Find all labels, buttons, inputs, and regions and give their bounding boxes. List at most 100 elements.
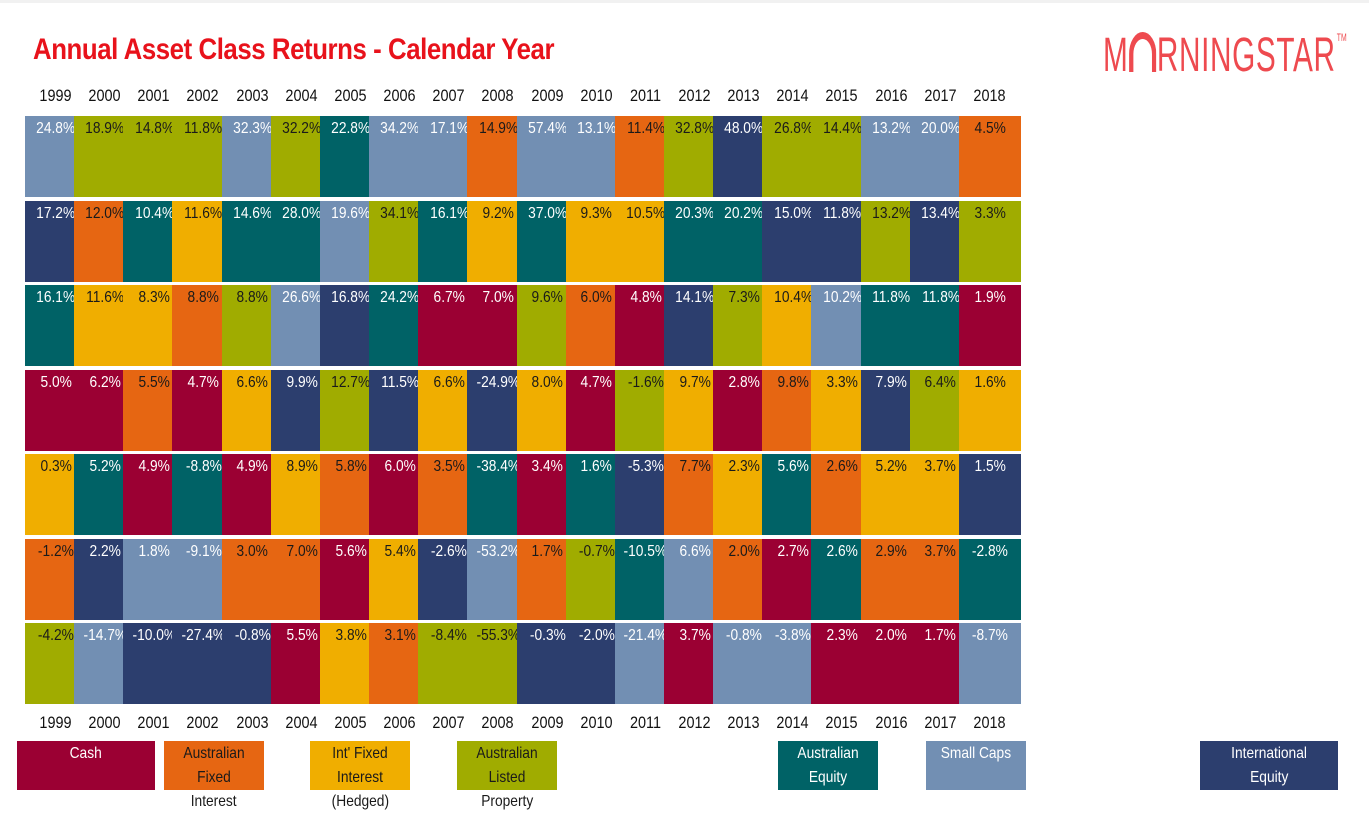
return-value: 12.7% <box>331 373 371 391</box>
return-value: 7.0% <box>286 542 318 560</box>
return-value: 3.4% <box>531 458 564 475</box>
return-value: 9.2% <box>482 204 515 222</box>
top-border <box>0 0 1369 3</box>
year-label-bottom-1999: 1999 <box>39 713 72 732</box>
year-label-top-2005: 2005 <box>334 86 367 105</box>
return-value: 5.0% <box>40 373 72 391</box>
return-value: 24.8% <box>36 120 76 137</box>
return-value: -3.8% <box>775 627 812 644</box>
return-value: 2.2% <box>89 542 121 560</box>
return-value: 10.2% <box>822 289 862 306</box>
year-label-top-2015: 2015 <box>825 86 858 105</box>
return-value: 32.3% <box>233 120 273 137</box>
legend-label-line: Australian Fixed <box>183 745 245 786</box>
legend-label-line: Property <box>480 793 534 810</box>
return-value: -24.9% <box>476 373 521 391</box>
return-value: 17.1% <box>429 120 469 137</box>
return-value: 2.8% <box>728 373 760 391</box>
year-label-bottom-2006: 2006 <box>383 713 416 732</box>
return-value: 14.8% <box>134 120 174 137</box>
year-label-top-2016: 2016 <box>874 86 908 105</box>
return-value: 3.3% <box>974 204 1006 222</box>
return-value: 13.1% <box>577 120 617 137</box>
return-value: 11.5% <box>381 373 420 391</box>
return-value: 4.8% <box>630 289 662 306</box>
return-value: 20.0% <box>921 120 961 137</box>
return-value: 34.2% <box>380 120 420 137</box>
return-value: 3.3% <box>826 373 859 391</box>
return-value: 26.6% <box>282 289 322 306</box>
return-value: 5.2% <box>875 458 908 475</box>
year-label-bottom-2016: 2016 <box>874 713 908 732</box>
return-value: -0.8% <box>234 627 271 644</box>
return-value: 6.6% <box>679 542 711 560</box>
return-value: 4.7% <box>580 373 613 391</box>
return-cell-2018-afi: 4.5% <box>958 116 1021 197</box>
return-value: 2.0% <box>728 542 760 560</box>
return-value: 4.5% <box>974 120 1006 137</box>
year-header-top: 1999 2000 2001 2002 2003 2004 2005 2006 2007 2008… <box>0 86 1369 108</box>
return-value: 3.7% <box>925 542 957 560</box>
return-value: -0.3% <box>529 627 566 644</box>
chart-title: Annual Asset Class Returns - Calendar Ye… <box>33 33 555 66</box>
return-value: -1.6% <box>627 373 664 391</box>
return-value: 1.5% <box>974 458 1006 475</box>
return-value: 9.8% <box>777 373 809 391</box>
year-label-bottom-2014: 2014 <box>776 713 809 732</box>
return-value: 13.2% <box>872 120 912 137</box>
return-value: 6.6% <box>236 373 269 391</box>
return-value: 6.0% <box>580 289 613 306</box>
return-value: 3.5% <box>433 458 465 475</box>
return-value: 4.9% <box>138 458 170 475</box>
return-value: 2.9% <box>875 542 908 560</box>
return-value: 11.6% <box>86 289 125 306</box>
legend-label-line: Cash <box>69 745 103 762</box>
return-value: -0.7% <box>578 542 615 560</box>
year-label-top-2004: 2004 <box>285 86 318 105</box>
return-value: 7.3% <box>728 289 760 306</box>
return-value: 8.9% <box>286 458 318 475</box>
return-value: 37.0% <box>527 204 568 222</box>
legend-label-line: International <box>1231 745 1307 762</box>
return-value: -2.6% <box>431 542 468 560</box>
year-label-bottom-2007: 2007 <box>432 713 465 732</box>
return-value: -8.8% <box>185 458 222 475</box>
year-label-bottom-2001: 2001 <box>137 713 170 732</box>
return-value: 7.0% <box>482 289 515 306</box>
return-value: 8.8% <box>236 289 269 306</box>
morningstar-logo: M RNINGSTARTM <box>1103 30 1347 82</box>
return-value: 11.6% <box>184 204 223 222</box>
return-value: 11.8% <box>823 204 862 222</box>
year-label-top-2008: 2008 <box>481 86 514 105</box>
return-value: 8.3% <box>138 289 170 306</box>
return-value: 2.7% <box>777 542 809 560</box>
year-label-bottom-2009: 2009 <box>530 713 564 732</box>
return-cell-2018-sc: -8.7% <box>958 623 1021 704</box>
return-value: 32.2% <box>282 120 322 137</box>
year-label-bottom-2008: 2008 <box>481 713 514 732</box>
year-label-top-2002: 2002 <box>186 86 220 105</box>
year-label-top-2007: 2007 <box>432 86 465 105</box>
return-value: -10.0% <box>132 627 177 644</box>
return-value: 4.7% <box>187 373 220 391</box>
year-label-bottom-2000: 2000 <box>88 713 121 732</box>
return-value: 16.1% <box>36 289 76 306</box>
return-value: 6.2% <box>89 373 121 391</box>
return-value: -55.3% <box>476 627 521 644</box>
legend-label-line: Interest <box>191 793 237 810</box>
return-value: 18.9% <box>85 120 125 137</box>
return-value: -9.1% <box>185 542 222 560</box>
year-label-bottom-2011: 2011 <box>629 713 661 732</box>
return-value: 8.8% <box>187 289 220 306</box>
legend-label-line: Australian Equity <box>797 745 859 786</box>
return-value: -38.4% <box>476 458 521 475</box>
year-label-bottom-2002: 2002 <box>186 713 220 732</box>
year-label-bottom-2004: 2004 <box>285 713 318 732</box>
year-label-top-2018: 2018 <box>973 86 1006 105</box>
return-value: 3.7% <box>679 627 711 644</box>
year-label-bottom-2003: 2003 <box>236 713 269 732</box>
return-value: 11.8% <box>872 289 911 306</box>
year-label-bottom-2012: 2012 <box>678 713 711 732</box>
year-label-top-2003: 2003 <box>236 86 269 105</box>
return-value: 22.8% <box>331 120 371 137</box>
